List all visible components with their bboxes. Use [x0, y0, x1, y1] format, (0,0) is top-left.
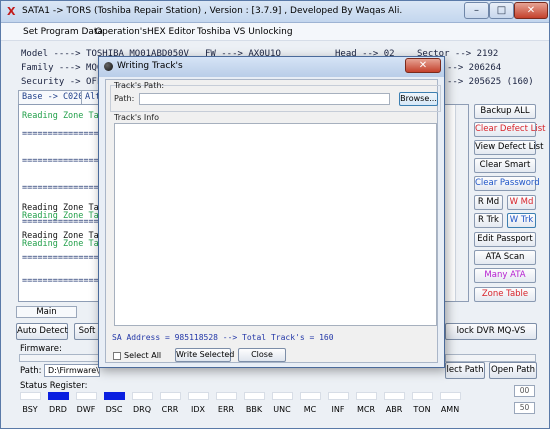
status-label-ton: TON [413, 405, 431, 414]
status-led-inf [328, 392, 349, 400]
dialog-close-icon[interactable]: ✕ [405, 58, 441, 73]
status-label-mcr: MCR [356, 405, 376, 414]
select-path-button[interactable]: lect Path [445, 362, 485, 379]
dialog-title: Writing Track's [117, 61, 183, 71]
status-led-drq [132, 392, 153, 400]
status-led-abr [384, 392, 405, 400]
menu-toshiba-vs-unlocking[interactable]: Toshiba VS Unlocking [197, 27, 293, 37]
status-label-dsc: DSC [105, 405, 123, 414]
clear-smart-button[interactable]: Clear Smart [474, 158, 536, 173]
tab-base[interactable]: Base -> C020 [18, 90, 88, 104]
menu-operations[interactable]: Operation's [95, 27, 147, 37]
title-bar: X SATA1 -> TORS (Toshiba Repair Station)… [1, 1, 549, 23]
status-led-bbk [244, 392, 265, 400]
firmware-progress-right [445, 354, 536, 362]
writing-tracks-dialog: Writing Track's ✕ Track's Path: Path: Br… [98, 56, 445, 368]
tracks-info-list[interactable] [114, 123, 437, 326]
tracks-info-label: Track's Info [114, 113, 159, 122]
status-label-unc: UNC [273, 405, 291, 414]
menu-hex-editor[interactable]: HEX Editor [147, 27, 195, 37]
tab-main[interactable]: Main [16, 306, 77, 318]
clear-defect-list-button[interactable]: Clear Defect List [474, 122, 546, 137]
close-dialog-button[interactable]: Close [238, 348, 286, 362]
status-led-ton [412, 392, 433, 400]
read-track-button[interactable]: R Trk [474, 213, 503, 228]
status-led-mc [300, 392, 321, 400]
status-led-dwf [76, 392, 97, 400]
tracks-path-input[interactable] [139, 93, 390, 105]
edit-passport-button[interactable]: Edit Passport [474, 232, 536, 247]
menu-set-program-data[interactable]: Set Program Data [23, 27, 103, 37]
write-track-button[interactable]: W Trk [507, 213, 536, 228]
view-defect-list-button[interactable]: View Defect List [474, 140, 543, 155]
status-label-idx: IDX [191, 405, 205, 414]
status-label-drq: DRQ [132, 405, 151, 414]
status-led-amn [440, 392, 461, 400]
firmware-label: Firmware: [20, 344, 62, 354]
status-label-mc: MC [303, 405, 317, 414]
log-line: Reading Zone Tabl [22, 111, 109, 121]
menu-bar: Set Program Data Operation's HEX Editor … [1, 23, 549, 41]
dialog-body: Track's Path: Path: Browse... Track's In… [105, 79, 441, 363]
ata-scan-button[interactable]: ATA Scan [474, 250, 536, 265]
security-info: Security -> OFF [21, 77, 103, 87]
maximize-button[interactable]: □ [489, 2, 514, 19]
write-module-button[interactable]: W Md [507, 195, 536, 210]
firmware-progress [19, 354, 99, 362]
auto-detect-button[interactable]: Auto Detect [16, 323, 68, 340]
select-all-label: Select All [124, 351, 162, 360]
write-selected-button[interactable]: Write Selected [175, 348, 234, 362]
zone-table-button[interactable]: Zone Table [474, 287, 536, 302]
dialog-title-bar: Writing Track's ✕ [99, 57, 444, 77]
status-led-unc [272, 392, 293, 400]
status-led-dsc [104, 392, 125, 400]
status-label-drd: DRD [49, 405, 67, 414]
dialog-icon [104, 62, 113, 71]
status-led-bsy [20, 392, 41, 400]
path-label: Path: [20, 366, 42, 376]
app-icon: X [7, 5, 16, 18]
status-label-dwf: DWF [76, 405, 96, 414]
dialog-path-label: Path: [114, 94, 135, 103]
status-led-mcr [356, 392, 377, 400]
status-register-label: Status Register: [20, 381, 88, 391]
status-label-amn: AMN [440, 405, 460, 414]
select-all-checkbox[interactable] [113, 352, 121, 360]
sector-info-2: --> 206264 [447, 63, 502, 73]
read-module-button[interactable]: R Md [474, 195, 503, 210]
status-led-err [216, 392, 237, 400]
window-title: SATA1 -> TORS (Toshiba Repair Station) ,… [22, 6, 403, 16]
status-label-inf: INF [331, 405, 345, 414]
log-line: Reading Zone Tabl [22, 239, 109, 249]
path-field[interactable]: D:\Firmware\Toshiba [44, 364, 100, 377]
tracks-path-label: Track's Path: [114, 81, 165, 90]
open-path-button[interactable]: Open Path [489, 362, 537, 379]
minimize-button[interactable]: – [464, 2, 489, 19]
soft-button[interactable]: Soft [74, 323, 100, 340]
sector-info-3: --> 205625 (160) [447, 77, 534, 87]
status-label-bbk: BBK [245, 405, 263, 414]
status-led-crr [160, 392, 181, 400]
browse-button[interactable]: Browse... [399, 92, 438, 106]
many-ata-button[interactable]: Many ATA [474, 268, 536, 283]
register-box-bottom: 50 [514, 402, 535, 414]
status-led-drd [48, 392, 69, 400]
status-label-abr: ABR [385, 405, 403, 414]
sa-address-text: SA Address = 985118528 --> Total Track's… [112, 333, 334, 342]
register-box-top: 00 [514, 385, 535, 397]
status-label-err: ERR [217, 405, 235, 414]
backup-all-button[interactable]: Backup ALL [474, 104, 536, 119]
clear-password-button[interactable]: Clear Password [474, 176, 540, 191]
log-scrollbar[interactable] [455, 105, 468, 301]
status-label-crr: CRR [161, 405, 179, 414]
status-label-bsy: BSY [22, 405, 38, 414]
close-button[interactable]: ✕ [514, 2, 548, 19]
status-led-idx [188, 392, 209, 400]
unlock-dvr-button[interactable]: lock DVR MQ-VS [445, 323, 537, 340]
